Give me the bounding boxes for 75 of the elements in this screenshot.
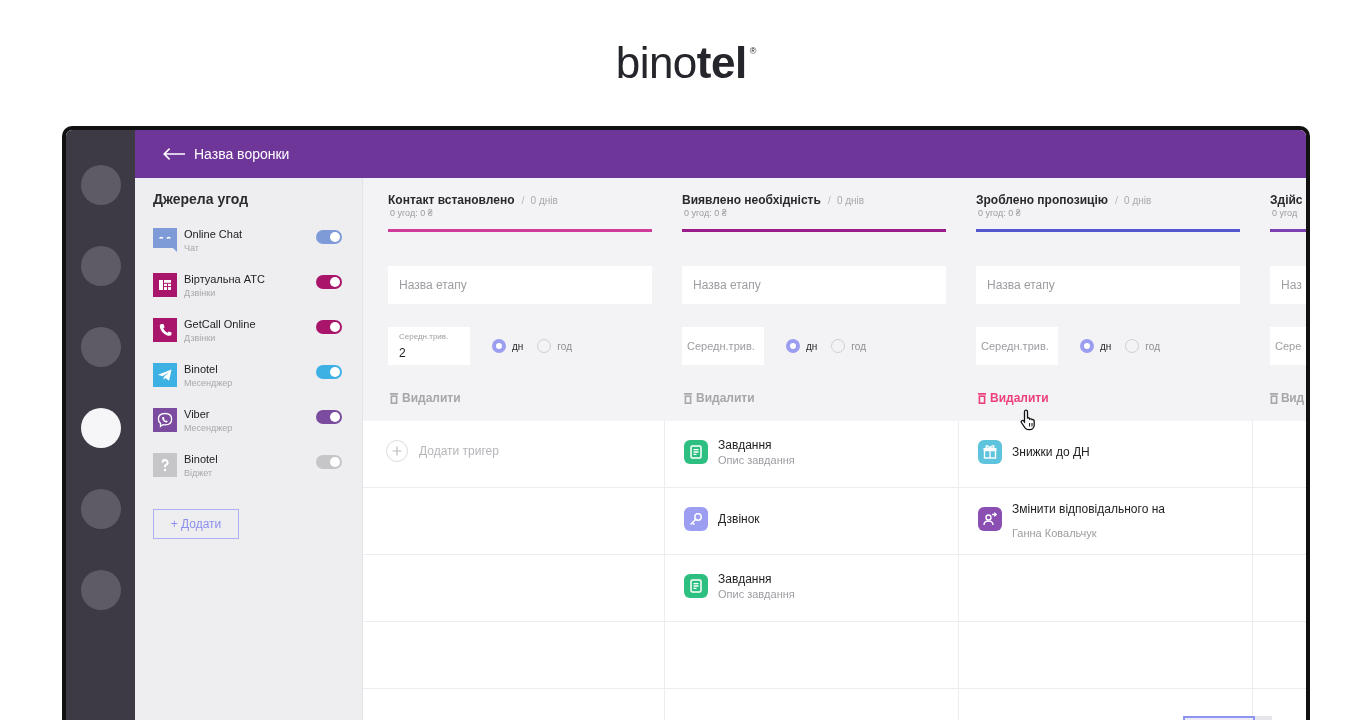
source-name: Online Chat bbox=[184, 228, 243, 241]
stage-summary: 0 угод bbox=[1272, 208, 1298, 218]
stage-summary: 0 угод: 0 ₴ bbox=[978, 208, 1021, 218]
delete-button[interactable]: Видалити bbox=[388, 391, 461, 405]
panel-title: Джерела угод bbox=[153, 190, 250, 208]
stage-name-field[interactable]: Назва етапу bbox=[388, 266, 652, 304]
gift-icon bbox=[978, 440, 1002, 464]
stage-title: Здійс bbox=[1270, 192, 1303, 208]
stage-summary: 0 угод: 0 ₴ bbox=[684, 208, 727, 218]
delete-button[interactable]: Вид bbox=[1270, 391, 1304, 405]
source-name: GetCall Online bbox=[184, 318, 256, 331]
source-type: Чат bbox=[184, 243, 200, 254]
source-type: Месенджер bbox=[184, 423, 233, 434]
logo-wordmark: binotel$^{®}$ bbox=[615, 41, 757, 85]
back-arrow-icon[interactable] bbox=[163, 148, 185, 160]
stage-title: Контакт встановлено bbox=[388, 192, 515, 208]
source-type: Віджет bbox=[184, 468, 214, 479]
unit-radio[interactable]: дн bbox=[786, 339, 818, 353]
trigger-title: Змінити відповідального на bbox=[1012, 502, 1165, 517]
trash-icon bbox=[1270, 392, 1278, 404]
source-type: Дзвінки bbox=[184, 288, 217, 299]
toggle-switch[interactable] bbox=[316, 410, 342, 424]
unit-radio[interactable]: год bbox=[831, 339, 866, 353]
stage-name-field[interactable]: Наз bbox=[1270, 266, 1306, 304]
stage-name-field[interactable]: Назва етапу bbox=[976, 266, 1240, 304]
source-type: Месенджер bbox=[184, 378, 233, 389]
toggle-switch[interactable] bbox=[316, 320, 342, 334]
stage-name-field[interactable]: Назва етапу bbox=[682, 266, 946, 304]
rail-item[interactable] bbox=[80, 408, 121, 448]
unit-radio[interactable]: год bbox=[1125, 339, 1160, 353]
unit-radio[interactable]: дн bbox=[492, 339, 524, 353]
stage-summary: 0 угод: 0 ₴ bbox=[390, 208, 433, 218]
stage-duration: 0 днів bbox=[530, 194, 558, 208]
key-icon bbox=[684, 507, 708, 531]
add-button[interactable]: + Додати bbox=[153, 509, 239, 539]
trigger-title: Завдання bbox=[718, 437, 773, 453]
funnel-title: Назва воронки bbox=[194, 146, 290, 162]
stage-title: Виявлено необхідність bbox=[682, 192, 821, 208]
trash-icon bbox=[390, 392, 398, 404]
source-name: Binotel bbox=[184, 363, 219, 376]
trigger-description: Опис завдання bbox=[718, 452, 795, 467]
slash-separator: / bbox=[521, 193, 525, 208]
document-icon bbox=[684, 574, 708, 598]
toggle-switch[interactable] bbox=[316, 275, 342, 289]
plus-circle-icon bbox=[386, 440, 408, 462]
unit-radio[interactable]: дн bbox=[1080, 339, 1112, 353]
trigger-description: Ганна Ковальчук bbox=[1012, 526, 1098, 540]
add-trigger-button[interactable]: Додати тригер bbox=[386, 440, 499, 462]
field-label: Середн.трив. bbox=[399, 332, 449, 341]
stage-duration: 0 днів bbox=[1124, 194, 1152, 208]
source-name: Viber bbox=[184, 408, 211, 421]
source-name: Binotel bbox=[184, 453, 218, 466]
slash-separator: / bbox=[827, 193, 831, 208]
toggle-switch[interactable] bbox=[316, 455, 342, 469]
stage-duration: 0 днів bbox=[836, 194, 865, 208]
stage-title: Зроблено пропозицію bbox=[976, 192, 1108, 208]
unit-radio[interactable]: год bbox=[537, 339, 572, 353]
delete-button[interactable]: Видалити bbox=[682, 391, 755, 405]
trigger-title: Дзвінок bbox=[718, 511, 760, 527]
toggle-switch[interactable] bbox=[316, 365, 342, 379]
toggle-switch[interactable] bbox=[316, 230, 342, 244]
duration-field[interactable]: Сере bbox=[1270, 327, 1306, 365]
document-icon bbox=[684, 440, 708, 464]
scrollbar-thumb[interactable] bbox=[1183, 716, 1255, 720]
trigger-title: Завдання bbox=[718, 571, 773, 587]
duration-field[interactable]: Середн.трив. bbox=[976, 327, 1058, 365]
slash-separator: / bbox=[1115, 193, 1119, 208]
delete-button[interactable]: Видалити bbox=[976, 391, 1049, 405]
trigger-description: Опис завдання bbox=[718, 586, 795, 601]
source-type: Дзвінки bbox=[184, 333, 217, 344]
duration-field[interactable]: Середн.трив. bbox=[682, 327, 764, 365]
trigger-title: Знижки до ДН bbox=[1012, 444, 1090, 460]
source-name: Віртуальна АТС bbox=[184, 273, 265, 286]
trash-icon bbox=[684, 392, 692, 404]
trash-icon bbox=[978, 392, 986, 404]
